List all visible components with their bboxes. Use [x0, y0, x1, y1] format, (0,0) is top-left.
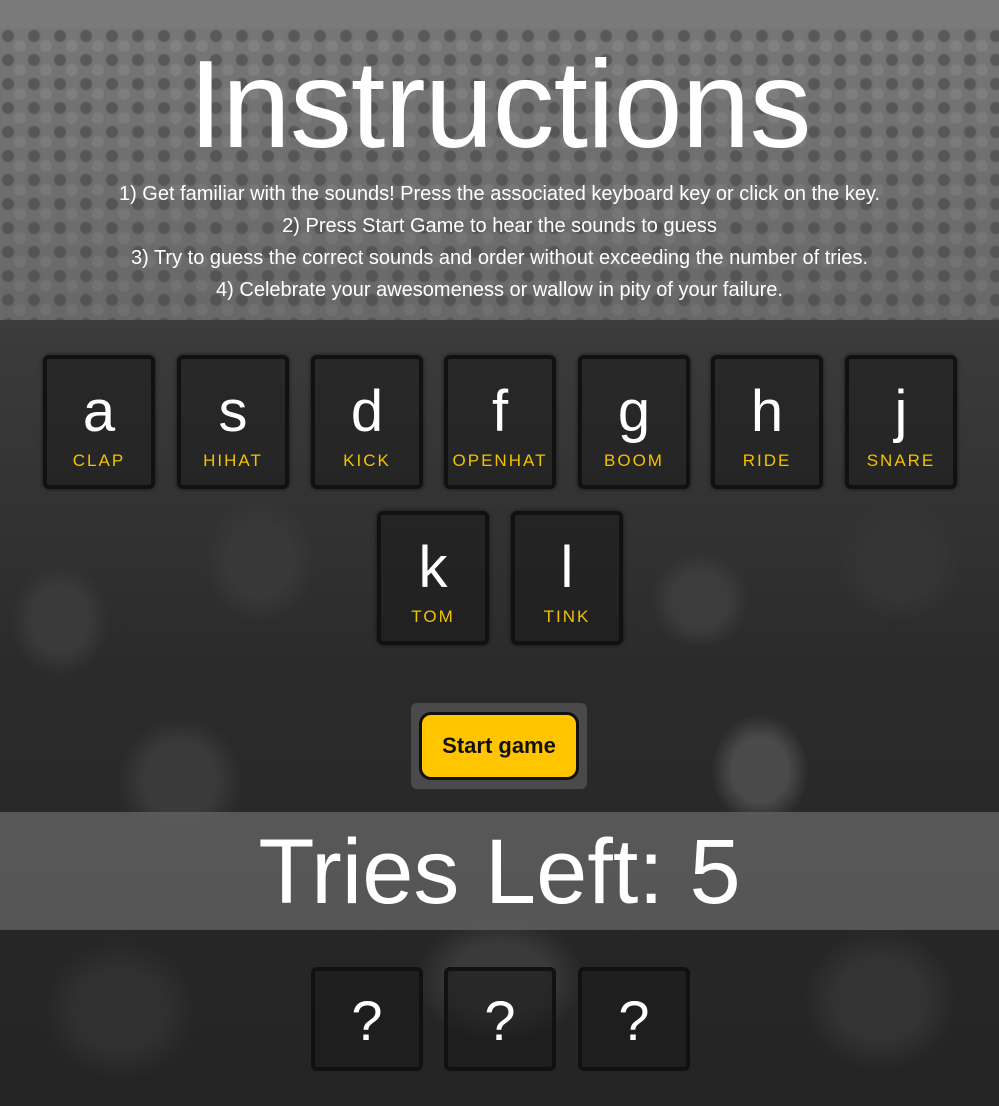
- instructions-panel: Instructions 1) Get familiar with the so…: [0, 28, 999, 320]
- page-title: Instructions: [188, 36, 811, 174]
- drum-key-k[interactable]: k TOM: [377, 511, 489, 645]
- key-letter: s: [218, 379, 248, 444]
- key-sound-label: KICK: [343, 451, 391, 470]
- drum-key-s[interactable]: s HIHAT: [177, 355, 289, 489]
- guess-slot-3: ?: [578, 967, 690, 1071]
- tries-banner: Tries Left: 5: [0, 812, 999, 930]
- key-letter: g: [617, 379, 651, 444]
- instructions-list: 1) Get familiar with the sounds! Press t…: [0, 178, 999, 306]
- instruction-step: 2) Press Start Game to hear the sounds t…: [282, 215, 717, 237]
- key-sound-label: OPENHAT: [452, 451, 548, 470]
- drum-key-j[interactable]: j SNARE: [845, 355, 957, 489]
- key-letter: h: [750, 379, 784, 444]
- key-letter: l: [560, 535, 574, 600]
- drum-key-a[interactable]: a CLAP: [43, 355, 155, 489]
- instruction-step: 4) Celebrate your awesomeness or wallow …: [216, 279, 783, 301]
- key-sound-label: BOOM: [604, 451, 664, 470]
- tries-left-text: Tries Left: 5: [258, 821, 741, 923]
- key-letter: k: [418, 535, 448, 600]
- key-sound-label: RIDE: [742, 451, 792, 470]
- guess-placeholder: ?: [351, 989, 383, 1052]
- key-sound-label: HIHAT: [203, 451, 263, 470]
- drum-key-f[interactable]: f OPENHAT: [444, 355, 556, 489]
- instruction-step: 3) Try to guess the correct sounds and o…: [130, 247, 869, 269]
- drum-key-h[interactable]: h RIDE: [711, 355, 823, 489]
- top-strip: [0, 0, 999, 28]
- key-letter: f: [491, 379, 509, 444]
- key-sound-label: TOM: [411, 607, 455, 626]
- key-letter: j: [894, 379, 908, 444]
- key-letter: d: [350, 379, 384, 444]
- start-game-button[interactable]: Start game: [419, 712, 579, 780]
- start-button-container: Start game: [411, 703, 587, 789]
- drum-key-l[interactable]: l TINK: [511, 511, 623, 645]
- guess-slot-1: ?: [311, 967, 423, 1071]
- instruction-step: 1) Get familiar with the sounds! Press t…: [118, 183, 881, 205]
- key-sound-label: SNARE: [866, 451, 936, 470]
- guess-placeholder: ?: [618, 989, 650, 1052]
- key-letter: a: [82, 379, 116, 444]
- key-sound-label: CLAP: [72, 451, 126, 470]
- guess-slot-2: ?: [444, 967, 556, 1071]
- drum-key-g[interactable]: g BOOM: [578, 355, 690, 489]
- key-sound-label: TINK: [543, 607, 591, 626]
- drum-key-d[interactable]: d KICK: [311, 355, 423, 489]
- guess-placeholder: ?: [484, 989, 516, 1052]
